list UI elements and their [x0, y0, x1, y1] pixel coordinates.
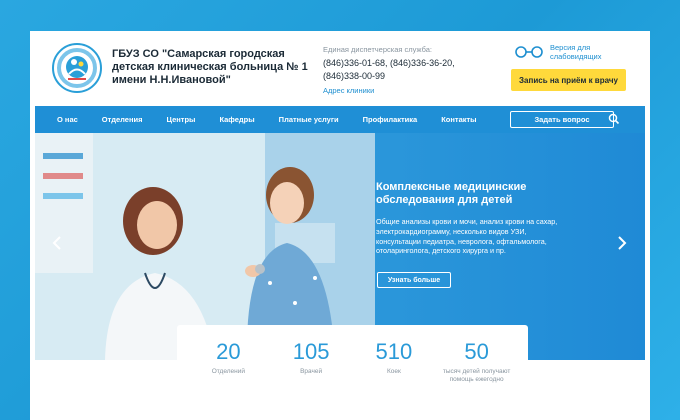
hero-title: Комплексные медицинские обследования для…	[376, 181, 576, 207]
low-vision-version-link[interactable]: Версия для слабовидящих	[514, 43, 610, 61]
hero-description-line: отоларинголога, детского хирурга и пр.	[376, 246, 506, 256]
organization-name: ГБУЗ СО "Самарская городская детская кли…	[112, 48, 312, 87]
nav-item-contacts[interactable]: Контакты	[429, 115, 488, 124]
hero-description: Общие анализы крови и мочи, анализ крови…	[376, 217, 586, 256]
main-navigation: О нас Отделения Центры Кафедры Платные у…	[35, 106, 645, 133]
nav-item-about[interactable]: О нас	[35, 115, 90, 124]
hero-description-line: электрокардиограмму, несколько видов УЗИ…	[376, 226, 527, 236]
stat-label: Врачей	[300, 368, 323, 375]
organization-name-line: ГБУЗ СО "Самарская городская	[112, 48, 285, 60]
stat-value: 510	[375, 339, 413, 364]
phone-numbers[interactable]: (846)338-00-99	[323, 70, 493, 83]
hero-title-line: обследования для детей	[376, 194, 513, 206]
hero-description-line: консультации педиатра, невролога, офталь…	[376, 236, 547, 246]
search-icon[interactable]	[608, 113, 620, 125]
low-vision-label: Версия для слабовидящих	[550, 43, 602, 61]
dispatch-label: Единая диспетчерская служба:	[323, 45, 432, 54]
stat-label: Коек	[386, 368, 401, 375]
stat-label: Отделений	[211, 368, 246, 375]
chevron-right-icon[interactable]	[616, 235, 628, 251]
stat-beds: 510 Коек	[354, 339, 434, 420]
organization-name-line: имени Н.Н.Ивановой"	[112, 74, 231, 86]
stat-value: 105	[292, 339, 330, 364]
hero-description-line: Общие анализы крови и мочи, анализ крови…	[376, 217, 558, 226]
stats-panel: 20 Отделений 105 Врачей 510 Коек 50 тыся…	[177, 325, 528, 420]
nav-item-chairs[interactable]: Кафедры	[207, 115, 266, 124]
nav-item-paid-services[interactable]: Платные услуги	[267, 115, 351, 124]
stat-label: помощь ежегодно	[449, 376, 504, 383]
chevron-left-icon[interactable]	[51, 235, 63, 251]
nav-item-departments[interactable]: Отделения	[90, 115, 155, 124]
dispatch-service: Единая диспетчерская служба: (846)336-01…	[323, 45, 493, 95]
learn-more-button[interactable]: Узнать больше	[377, 272, 451, 288]
page: ГБУЗ СО "Самарская городская детская кли…	[30, 31, 650, 420]
stat-value: 50	[464, 339, 489, 364]
appointment-button[interactable]: Запись на приём к врачу	[511, 69, 626, 91]
phone-numbers[interactable]: (846)336-01-68, (846)336-36-20,	[323, 57, 493, 70]
logo-emblem-icon	[55, 46, 99, 90]
hospital-logo[interactable]	[52, 43, 102, 93]
address-link[interactable]: Адрес клиники	[323, 86, 493, 95]
organization-name-line: детская клиническая больница № 1	[112, 61, 308, 73]
stat-children-per-year: 50 тысяч детей получают помощь ежегодно	[437, 339, 517, 420]
glasses-icon	[515, 46, 543, 58]
stat-doctors: 105 Врачей	[271, 339, 351, 420]
nav-item-prevention[interactable]: Профилактика	[351, 115, 430, 124]
stat-departments: 20 Отделений	[188, 339, 268, 420]
nav-item-centers[interactable]: Центры	[155, 115, 208, 124]
hero-title-line: Комплексные медицинские	[376, 181, 527, 193]
ask-question-button[interactable]: Задать вопрос	[510, 111, 614, 128]
stat-value: 20	[216, 339, 241, 364]
stat-label: тысяч детей получают	[442, 368, 511, 375]
